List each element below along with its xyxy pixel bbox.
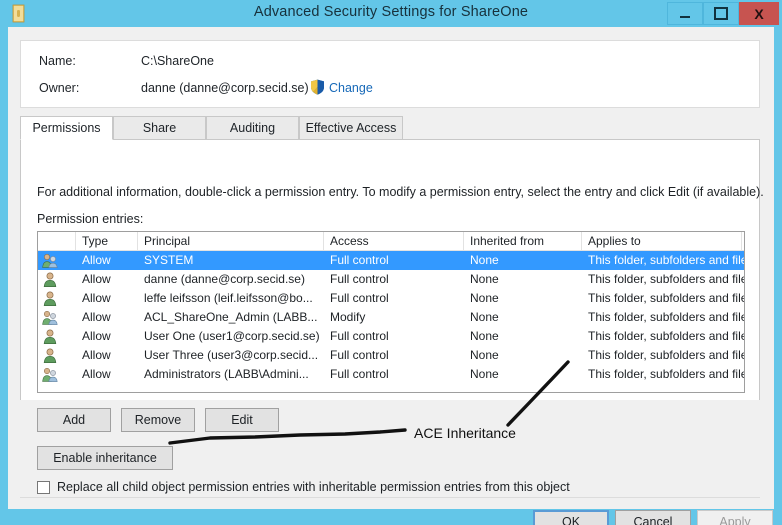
cell-applies-to: This folder, subfolders and files xyxy=(582,289,745,308)
table-row[interactable]: Allow Full controlNoneThis folder, subfol… xyxy=(38,346,744,365)
user-icon xyxy=(42,348,58,363)
cell-access: Full control xyxy=(324,289,464,308)
cell-inherited-from: None xyxy=(464,365,582,384)
grid-col-spacer[interactable] xyxy=(742,232,745,250)
table-row[interactable]: Allow Full controlNoneThis folder, subfol… xyxy=(38,365,744,384)
permissions-tab-page: For additional information, double-click… xyxy=(20,140,760,400)
cell-access: Full control xyxy=(324,327,464,346)
close-icon: X xyxy=(754,7,763,21)
cell-inherited-from: None xyxy=(464,289,582,308)
table-row[interactable]: Allow Full controlNoneThis folder, subfol… xyxy=(38,327,744,346)
edit-button[interactable]: Edit xyxy=(205,408,279,432)
shield-icon xyxy=(310,79,325,95)
group-icon xyxy=(42,367,58,382)
cell-applies-to: This folder, subfolders and files xyxy=(582,308,745,327)
ok-button[interactable]: OK xyxy=(533,510,609,525)
group-icon xyxy=(42,253,58,268)
tab-auditing[interactable]: Auditing xyxy=(206,116,299,140)
name-label: Name: xyxy=(39,54,76,68)
grid-col-applies-to[interactable]: Applies to xyxy=(582,232,742,250)
grid-col-inherited-from[interactable]: Inherited from xyxy=(464,232,582,250)
tab-permissions[interactable]: Permissions xyxy=(20,116,113,140)
tab-strip: Permissions Share Auditing Effective Acc… xyxy=(20,116,760,140)
annotation-label: ACE Inheritance xyxy=(414,425,516,441)
maximize-button[interactable] xyxy=(703,2,739,25)
object-info-panel: Name: C:\ShareOne Owner: danne (danne@co… xyxy=(20,40,760,108)
dialog-client-area: Name: C:\ShareOne Owner: danne (danne@co… xyxy=(8,27,774,509)
cell-type: Allow xyxy=(76,270,138,289)
cell-access: Full control xyxy=(324,365,464,384)
owner-value: danne (danne@corp.secid.se) xyxy=(141,81,309,95)
grid-col-icon[interactable] xyxy=(38,232,76,250)
permission-entries-label: Permission entries: xyxy=(37,212,143,226)
cell-applies-to: This folder, subfolders and files xyxy=(582,346,745,365)
cell-applies-to: This folder, subfolders and files xyxy=(582,251,745,270)
cell-principal: SYSTEM xyxy=(138,251,326,270)
minimize-icon xyxy=(680,16,690,18)
window-title: Advanced Security Settings for ShareOne xyxy=(0,4,782,20)
replace-child-permissions-label: Replace all child object permission entr… xyxy=(57,480,570,494)
user-icon xyxy=(42,272,58,287)
replace-child-permissions-row[interactable]: Replace all child object permission entr… xyxy=(37,480,570,494)
apply-button: Apply xyxy=(697,510,773,525)
name-value: C:\ShareOne xyxy=(141,54,214,68)
group-icon xyxy=(42,310,58,325)
minimize-button[interactable] xyxy=(667,2,703,25)
table-row[interactable]: Allow Full controlNoneThis folder, subfol… xyxy=(38,270,744,289)
user-icon xyxy=(42,329,58,344)
enable-inheritance-button[interactable]: Enable inheritance xyxy=(37,446,173,470)
cell-applies-to: This folder, subfolders and files xyxy=(582,270,745,289)
tab-effective-access[interactable]: Effective Access xyxy=(299,116,403,140)
add-button[interactable]: Add xyxy=(37,408,111,432)
cell-applies-to: This folder, subfolders and files xyxy=(582,327,745,346)
cancel-button[interactable]: Cancel xyxy=(615,510,691,525)
cell-access: Full control xyxy=(324,346,464,365)
cell-type: Allow xyxy=(76,365,138,384)
grid-col-type[interactable]: Type xyxy=(76,232,138,250)
grid-header-row: Type Principal Access Inherited from App… xyxy=(38,232,744,251)
maximize-icon xyxy=(714,7,728,20)
cell-inherited-from: None xyxy=(464,251,582,270)
cell-principal: ACL_ShareOne_Admin (LABB... xyxy=(138,308,326,327)
cell-principal: leffe leifsson (leif.leifsson@bo... xyxy=(138,289,326,308)
user-icon xyxy=(42,291,58,306)
change-owner-link[interactable]: Change xyxy=(329,81,373,95)
table-row[interactable]: Allow Full controlNoneThis folder, subfol… xyxy=(38,251,744,270)
advanced-security-settings-window: Advanced Security Settings for ShareOne … xyxy=(0,0,782,525)
grid-col-principal[interactable]: Principal xyxy=(138,232,324,250)
cell-inherited-from: None xyxy=(464,270,582,289)
owner-label: Owner: xyxy=(39,81,79,95)
cell-type: Allow xyxy=(76,327,138,346)
screenshot-root: Advanced Security Settings for ShareOne … xyxy=(0,0,782,525)
remove-button[interactable]: Remove xyxy=(121,408,195,432)
window-controls: X xyxy=(667,2,779,25)
table-row[interactable]: Allow ModifyNoneThis folder, subfolders a… xyxy=(38,308,744,327)
cell-applies-to: This folder, subfolders and files xyxy=(582,365,745,384)
grid-col-access[interactable]: Access xyxy=(324,232,464,250)
cell-type: Allow xyxy=(76,308,138,327)
cell-access: Full control xyxy=(324,251,464,270)
cell-principal: danne (danne@corp.secid.se) xyxy=(138,270,326,289)
cell-inherited-from: None xyxy=(464,327,582,346)
cell-type: Allow xyxy=(76,346,138,365)
footer-divider xyxy=(20,497,760,498)
cell-principal: Administrators (LABB\Admini... xyxy=(138,365,326,384)
title-bar: Advanced Security Settings for ShareOne … xyxy=(0,0,782,27)
tab-share[interactable]: Share xyxy=(113,116,206,140)
permission-entries-grid[interactable]: Type Principal Access Inherited from App… xyxy=(37,231,745,393)
table-row[interactable]: Allow Full controlNoneThis folder, subfol… xyxy=(38,289,744,308)
instruction-text: For additional information, double-click… xyxy=(37,185,764,199)
cell-access: Full control xyxy=(324,270,464,289)
cell-inherited-from: None xyxy=(464,308,582,327)
cell-principal: User One (user1@corp.secid.se) xyxy=(138,327,326,346)
cell-access: Modify xyxy=(324,308,464,327)
cell-inherited-from: None xyxy=(464,346,582,365)
cell-type: Allow xyxy=(76,289,138,308)
cell-principal: User Three (user3@corp.secid... xyxy=(138,346,326,365)
close-button[interactable]: X xyxy=(739,2,779,25)
cell-type: Allow xyxy=(76,251,138,270)
grid-body: AllowFull controlNoneThis folder, subfol… xyxy=(38,251,744,384)
replace-child-permissions-checkbox[interactable] xyxy=(37,481,50,494)
